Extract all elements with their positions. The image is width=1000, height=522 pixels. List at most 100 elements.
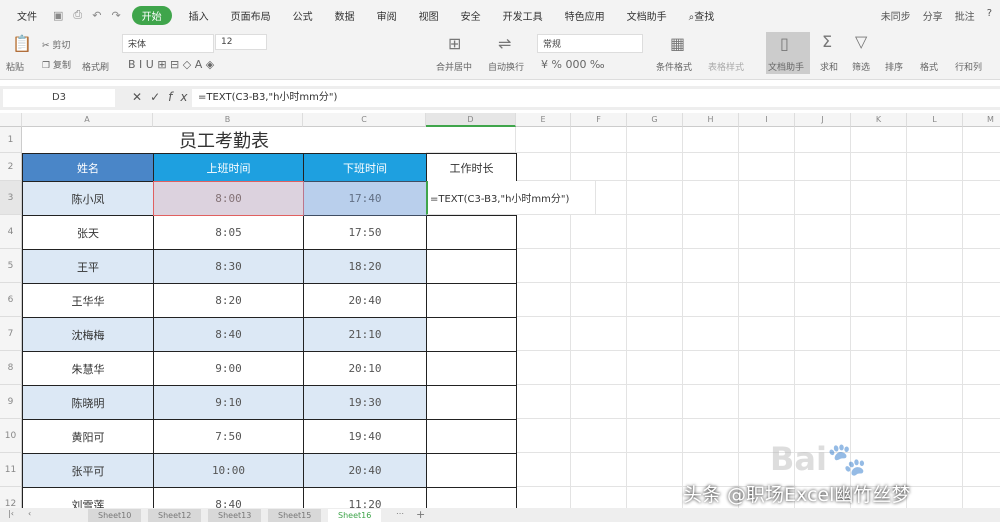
- format-button[interactable]: 格式: [920, 60, 938, 73]
- cell[interactable]: [683, 127, 739, 153]
- table-cell[interactable]: 17:50: [303, 215, 427, 250]
- cell[interactable]: [571, 215, 627, 249]
- more-sheets-icon[interactable]: ⋯: [396, 509, 404, 518]
- cancel-icon[interactable]: ✕: [132, 90, 150, 104]
- table-cell[interactable]: [426, 317, 517, 352]
- editing-cell-d3[interactable]: =TEXT(C3-B3,"h小时mm分"): [426, 181, 596, 215]
- cell[interactable]: [907, 419, 963, 453]
- format-painter-button[interactable]: 格式刷: [82, 60, 109, 73]
- cell[interactable]: [907, 249, 963, 283]
- table-cell[interactable]: [426, 283, 517, 318]
- tab-view[interactable]: 视图: [408, 8, 450, 23]
- cell[interactable]: [907, 283, 963, 317]
- column-header-L[interactable]: L: [907, 113, 963, 127]
- cell[interactable]: [795, 351, 851, 385]
- table-cell[interactable]: 20:40: [303, 453, 427, 488]
- row-header-3[interactable]: 3: [0, 181, 22, 215]
- wrap-icon[interactable]: ⇌: [498, 34, 511, 53]
- cell[interactable]: [627, 487, 683, 508]
- table-cell[interactable]: [426, 419, 517, 454]
- cell[interactable]: [571, 127, 627, 153]
- cell[interactable]: [516, 249, 571, 283]
- cell[interactable]: [907, 317, 963, 351]
- number-format-icons[interactable]: ¥ % 000 ‰: [541, 58, 605, 71]
- cell[interactable]: [426, 127, 516, 153]
- table-cell[interactable]: 11:20: [303, 487, 427, 508]
- help-button[interactable]: ?: [987, 8, 992, 23]
- tab-security[interactable]: 安全: [450, 8, 492, 23]
- table-cell[interactable]: 8:40: [153, 487, 304, 508]
- table-cell[interactable]: 18:20: [303, 249, 427, 284]
- cell[interactable]: [627, 453, 683, 487]
- cell[interactable]: [683, 181, 739, 215]
- cell[interactable]: [516, 317, 571, 351]
- table-cell[interactable]: [426, 351, 517, 386]
- cell[interactable]: [739, 153, 795, 181]
- table-cell[interactable]: 20:40: [303, 283, 427, 318]
- cell[interactable]: [907, 215, 963, 249]
- cell[interactable]: [683, 153, 739, 181]
- sheet-tab[interactable]: Sheet13: [208, 509, 262, 522]
- table-cell[interactable]: [426, 215, 517, 250]
- cell[interactable]: [739, 215, 795, 249]
- table-style-button[interactable]: 表格样式: [708, 60, 744, 73]
- cell[interactable]: [683, 351, 739, 385]
- cell[interactable]: [963, 283, 1000, 317]
- row-header-1[interactable]: 1: [0, 127, 22, 153]
- row-header-4[interactable]: 4: [0, 215, 22, 249]
- cell[interactable]: [963, 153, 1000, 181]
- bold-italic-underline[interactable]: B I U ⊞ ⊟ ◇ A ◈: [128, 58, 214, 71]
- header-cell[interactable]: 工作时长: [426, 153, 517, 182]
- tab-doc-helper[interactable]: 文档助手: [616, 8, 678, 23]
- print-icon[interactable]: ⎙: [68, 8, 87, 22]
- column-header-J[interactable]: J: [795, 113, 851, 127]
- cell[interactable]: [571, 385, 627, 419]
- share-button[interactable]: 分享: [923, 8, 943, 23]
- cell[interactable]: [963, 419, 1000, 453]
- cell[interactable]: [516, 127, 571, 153]
- column-header-H[interactable]: H: [683, 113, 739, 127]
- cell[interactable]: [907, 385, 963, 419]
- header-cell[interactable]: 姓名: [22, 153, 154, 182]
- column-header-F[interactable]: F: [571, 113, 627, 127]
- save-icon[interactable]: ▣: [48, 9, 68, 22]
- cond-format-button[interactable]: 条件格式: [656, 60, 692, 73]
- cell[interactable]: [683, 283, 739, 317]
- cell[interactable]: [571, 453, 627, 487]
- cell[interactable]: [627, 351, 683, 385]
- cell[interactable]: [516, 487, 571, 508]
- cell[interactable]: [963, 127, 1000, 153]
- cell[interactable]: [851, 283, 907, 317]
- table-cell[interactable]: 8:05: [153, 215, 304, 250]
- cell[interactable]: [851, 385, 907, 419]
- cell[interactable]: [963, 487, 1000, 508]
- cell[interactable]: [571, 351, 627, 385]
- name-box[interactable]: D3: [3, 89, 115, 107]
- cell[interactable]: [907, 453, 963, 487]
- paste-button[interactable]: 粘贴: [6, 60, 24, 73]
- table-cell[interactable]: 9:10: [153, 385, 304, 420]
- cell[interactable]: [963, 249, 1000, 283]
- sync-button[interactable]: 未同步: [881, 8, 911, 23]
- header-cell[interactable]: 上班时间: [153, 153, 304, 182]
- redo-icon[interactable]: ↷: [106, 9, 125, 22]
- first-sheet-icon[interactable]: |‹: [8, 509, 14, 518]
- cell[interactable]: [683, 249, 739, 283]
- cell[interactable]: [795, 283, 851, 317]
- cell[interactable]: [516, 385, 571, 419]
- cell[interactable]: [851, 351, 907, 385]
- cell[interactable]: [739, 181, 795, 215]
- cell[interactable]: [795, 127, 851, 153]
- doc-helper-button[interactable]: 文档助手 ▯: [766, 32, 810, 74]
- tab-review[interactable]: 审阅: [366, 8, 408, 23]
- table-cell[interactable]: 沈梅梅: [22, 317, 154, 352]
- column-header-M[interactable]: M: [963, 113, 1000, 127]
- cell[interactable]: [795, 181, 851, 215]
- cell[interactable]: [907, 181, 963, 215]
- cell[interactable]: [571, 317, 627, 351]
- sheet-tab[interactable]: Sheet12: [148, 509, 202, 522]
- cell[interactable]: [516, 419, 571, 453]
- table-cell[interactable]: 8:20: [153, 283, 304, 318]
- table-cell[interactable]: [426, 453, 517, 488]
- formula-input[interactable]: =TEXT(C3-B3,"h小时mm分"): [192, 89, 1000, 107]
